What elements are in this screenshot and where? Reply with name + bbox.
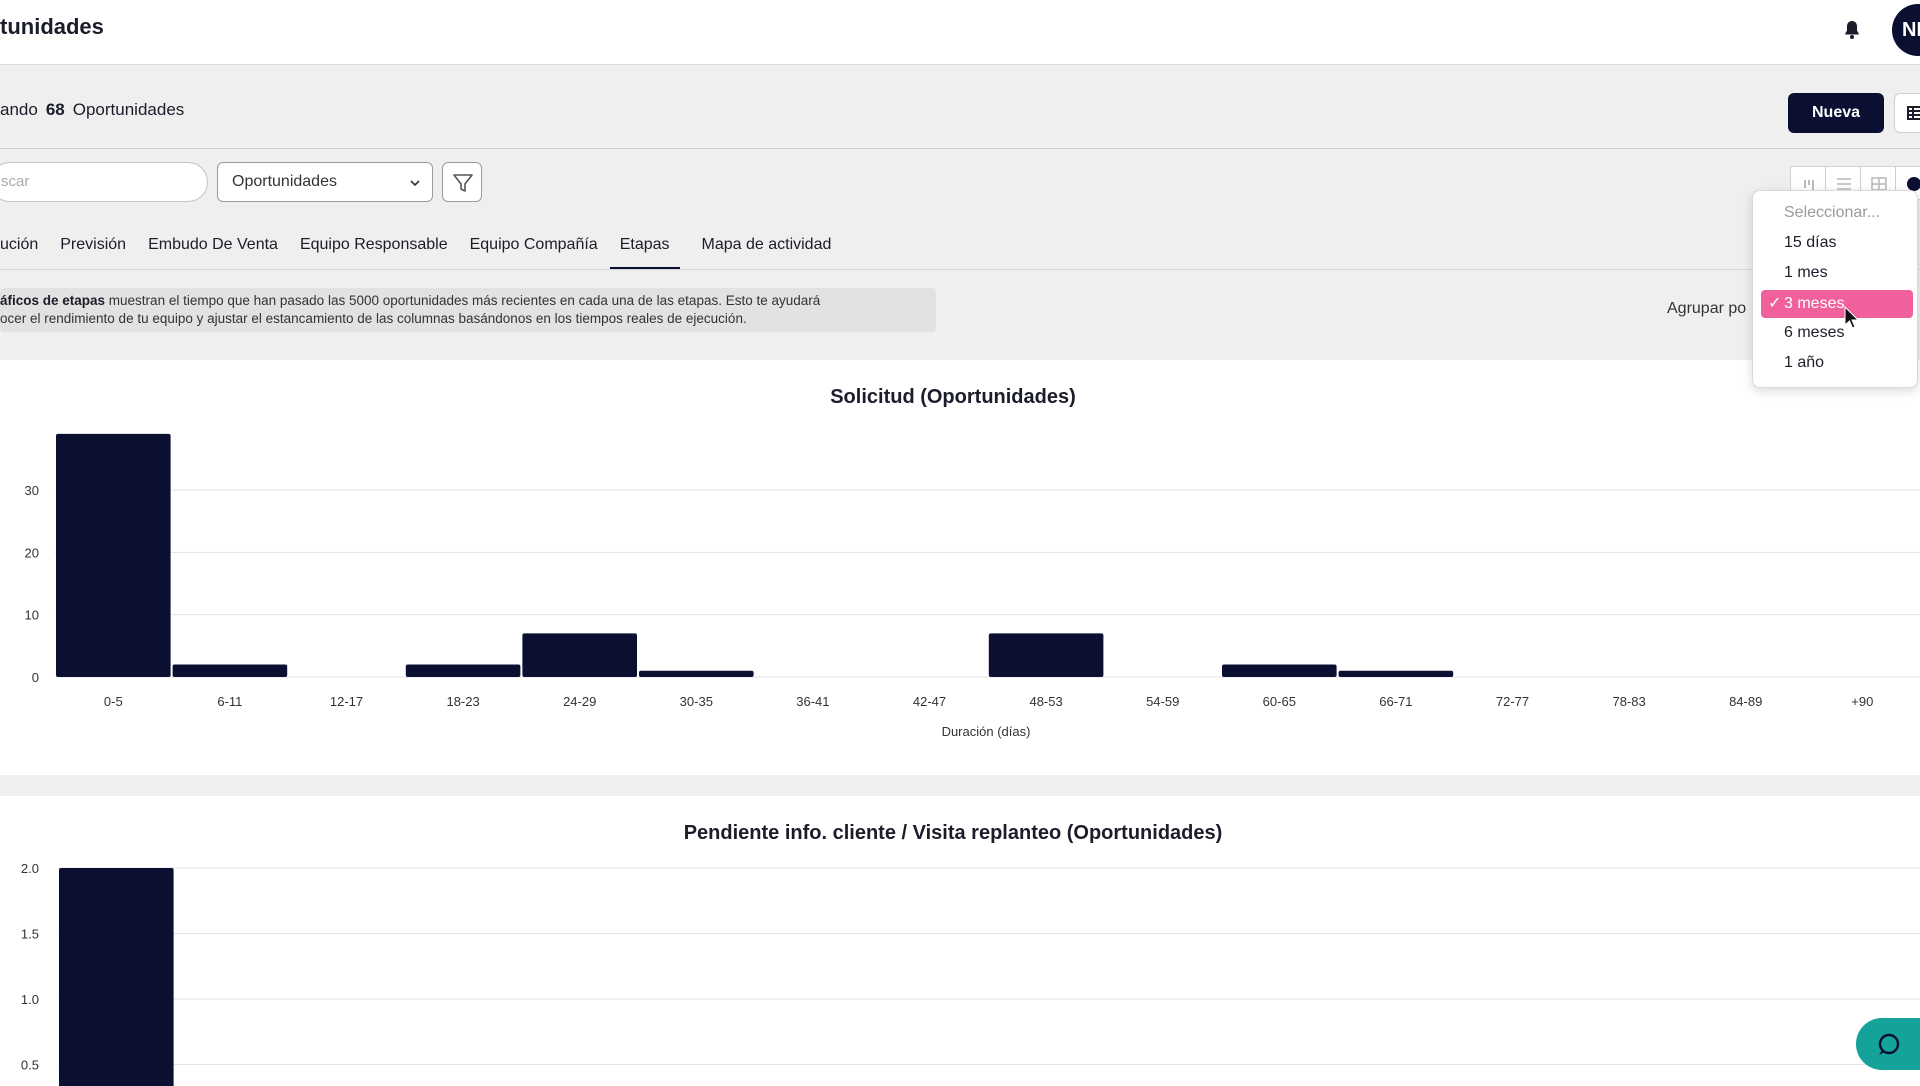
tab-mapa-de-actividad[interactable]: Mapa de actividad: [702, 236, 832, 270]
tab-prevision[interactable]: Previsión: [60, 236, 126, 270]
x-tick-label: 12-17: [330, 694, 363, 709]
entity-select-value: Oportunidades: [232, 173, 337, 190]
y-tick-label: 0.5: [21, 1058, 39, 1073]
page-title: tunidades: [0, 14, 104, 39]
bar: [56, 433, 171, 677]
filter-button[interactable]: [442, 162, 482, 202]
table-icon: [1907, 106, 1920, 120]
bar-chart-solicitud: Duración (días) 0 10 20 30 0-5 6-11 12-17 18-23…: [25, 433, 1920, 739]
info-banner: áficos de etapas muestran el tiempo que …: [0, 288, 936, 332]
filter-icon: [453, 174, 473, 192]
tab-equipo-compania[interactable]: Equipo Compañía: [470, 236, 598, 270]
info-line-1-text: muestran el tiempo que han pasado las 50…: [105, 293, 821, 308]
bar: [172, 664, 288, 677]
x-tick-label: 66-71: [1379, 694, 1412, 709]
option-1-mes[interactable]: 1 mes: [1784, 264, 1828, 282]
chart-panel-pendiente-info: Pendiente info. cliente / Visita replant…: [0, 796, 1920, 1086]
option-1-ano[interactable]: 1 año: [1784, 354, 1824, 372]
x-tick-label: 6-11: [217, 694, 242, 709]
y-tick-label: 20: [25, 545, 39, 560]
bell-icon[interactable]: [1840, 18, 1864, 42]
chat-button[interactable]: [1856, 1018, 1920, 1070]
y-tick-label: 10: [25, 608, 39, 623]
bar: [1222, 664, 1337, 677]
x-tick-label: 48-53: [1029, 694, 1062, 709]
tabs-divider: [0, 269, 1920, 270]
x-tick-label: 84-89: [1729, 694, 1762, 709]
y-tick-label: 30: [25, 483, 39, 498]
x-tick-label: 24-29: [563, 694, 596, 709]
bar: [59, 868, 174, 1086]
tab-embudo-de-venta[interactable]: Embudo De Venta: [148, 236, 278, 270]
x-tick-label: 42-47: [913, 694, 946, 709]
x-tick-label: 72-77: [1496, 694, 1529, 709]
y-tick-label: 0: [32, 670, 39, 685]
info-line-2: ocer el rendimiento de tu equipo y ajust…: [0, 311, 747, 326]
new-opportunity-button[interactable]: Nueva: [1788, 93, 1884, 133]
count-suffix: Oportunidades: [72, 100, 185, 119]
x-tick-label: 18-23: [446, 694, 479, 709]
x-tick-label: 78-83: [1612, 694, 1645, 709]
bar: [988, 633, 1104, 677]
option-3-meses[interactable]: ✓ 3 meses: [1761, 290, 1913, 318]
bar: [405, 664, 521, 677]
search-input[interactable]: scar: [0, 162, 208, 202]
table-view-button[interactable]: [1894, 93, 1920, 133]
dropdown-placeholder: Seleccionar...: [1784, 204, 1881, 221]
tab-equipo-responsable[interactable]: Equipo Responsable: [300, 236, 448, 270]
count-number: 68: [45, 100, 65, 119]
chat-icon: [1878, 1033, 1900, 1055]
results-count: ando 68 Oportunidades: [0, 100, 184, 120]
y-tick-label: 1.0: [21, 992, 39, 1007]
x-tick-label: 60-65: [1263, 694, 1296, 709]
bar: [522, 633, 637, 677]
period-dropdown: Seleccionar... 15 días 1 mes ✓ 3 meses 6 …: [1752, 190, 1918, 388]
y-tick-label: 2.0: [21, 861, 39, 876]
chevron-down-icon: [410, 180, 420, 187]
bar: [639, 670, 754, 677]
x-tick-label: 0-5: [104, 694, 123, 709]
group-by-label: Agrupar po: [1667, 300, 1747, 317]
info-line-1: áficos de etapas muestran el tiempo que …: [0, 292, 928, 310]
top-bar: tunidades NM: [0, 0, 1920, 65]
count-prefix: ando: [0, 100, 38, 119]
x-axis-label: Duración (días): [942, 724, 1031, 739]
tab-etapas[interactable]: Etapas: [609, 236, 680, 270]
x-tick-label: +90: [1851, 694, 1873, 709]
entity-select[interactable]: Oportunidades: [217, 162, 433, 202]
mouse-pointer-icon: [1844, 306, 1860, 329]
y-tick-label: 1.5: [21, 927, 39, 942]
bar: [1338, 670, 1454, 677]
option-6-meses[interactable]: 6 meses: [1784, 324, 1844, 342]
x-tick-label: 54-59: [1146, 694, 1179, 709]
x-tick-label: 36-41: [796, 694, 829, 709]
divider: [0, 148, 1920, 149]
info-bold: áficos de etapas: [0, 293, 106, 308]
avatar[interactable]: NM: [1892, 4, 1920, 56]
check-icon: ✓: [1768, 295, 1782, 312]
x-tick-label: 30-35: [680, 694, 713, 709]
bar-chart-pendiente-info: 0.5 1.0 1.5 2.0: [21, 861, 1920, 1086]
report-tabs: ución Previsión Embudo De Venta Equipo R…: [0, 236, 853, 270]
tab-evolucion[interactable]: ución: [0, 236, 38, 270]
chart-panel-solicitud: Solicitud (Oportunidades) Duración (días…: [0, 360, 1920, 775]
option-15-dias[interactable]: 15 días: [1784, 234, 1836, 252]
option-3-meses-label: 3 meses: [1784, 295, 1845, 312]
